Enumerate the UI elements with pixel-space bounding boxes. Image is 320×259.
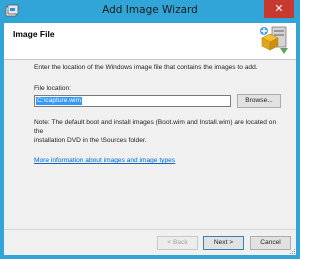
wizard-client-area: Image File Enter the location of the Win… [4, 23, 296, 255]
file-location-value: C:\capture.wim [36, 97, 82, 105]
cancel-button[interactable]: Cancel [250, 236, 291, 250]
image-file-wizard-icon [260, 26, 288, 54]
close-button[interactable]: ✕ [264, 0, 294, 18]
help-link[interactable]: More information about images and image … [34, 157, 175, 164]
note-line-1: Note: The default boot and install image… [34, 119, 277, 135]
wizard-header: Image File [4, 23, 296, 60]
file-location-label: File location: [34, 85, 72, 92]
file-location-input[interactable]: C:\capture.wim [34, 95, 231, 107]
instruction-text: Enter the location of the Windows image … [34, 64, 258, 71]
note-text: Note: The default boot and install image… [34, 118, 284, 145]
window-title: Add Image Wizard [102, 4, 198, 16]
resize-grip-icon[interactable] [288, 247, 296, 255]
title-bar[interactable]: Add Image Wizard ✕ [0, 0, 300, 23]
add-image-wizard-window: Add Image Wizard ✕ Image File Enter the … [0, 0, 300, 259]
browse-button[interactable]: Browse... [237, 94, 281, 108]
note-line-2: installation DVD in the \Sources folder. [34, 137, 147, 144]
footer-divider [4, 229, 296, 230]
next-button[interactable]: Next > [203, 236, 244, 250]
page-title: Image File [13, 29, 55, 39]
back-button[interactable]: < Back [157, 236, 198, 250]
